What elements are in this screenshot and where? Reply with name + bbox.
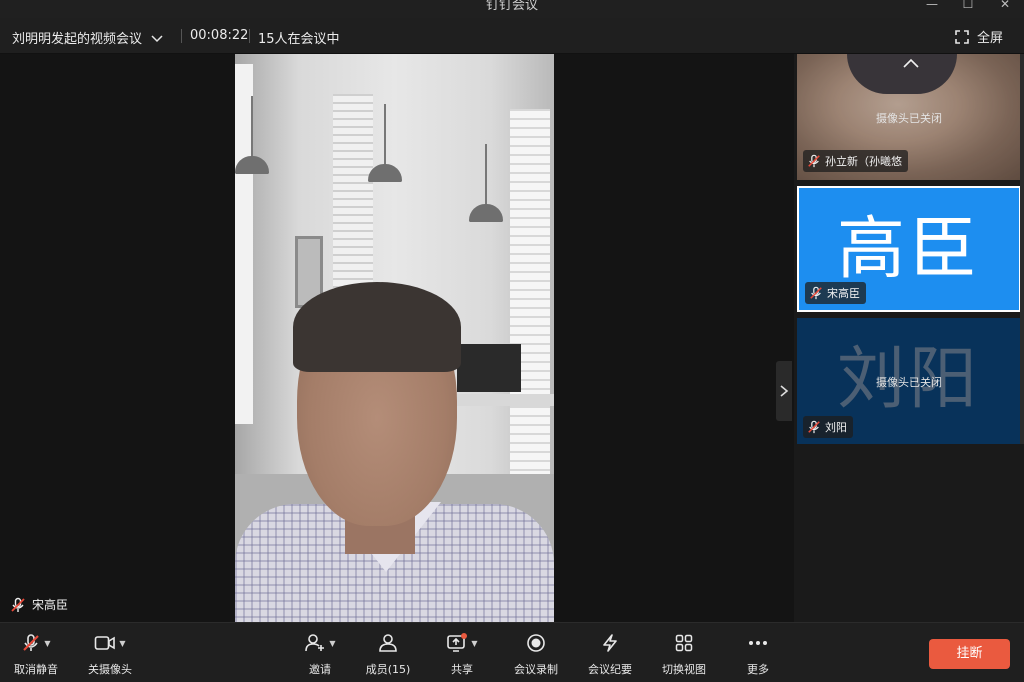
- participant-name-label: 孙立新（孙曦悠: [803, 150, 908, 172]
- more-icon: [749, 641, 767, 645]
- fullscreen-button[interactable]: 全屏: [955, 27, 1003, 46]
- caret-down-icon[interactable]: ▼: [44, 639, 50, 648]
- fullscreen-icon: [955, 29, 969, 44]
- switch-view-label: 切换视图: [662, 663, 706, 676]
- participant-count: 15人在会议中: [258, 32, 340, 47]
- video-window-right: [510, 109, 550, 489]
- unmute-button[interactable]: ▼ 取消静音: [0, 631, 72, 679]
- invite-label: 邀请: [309, 663, 331, 676]
- camera-off-button[interactable]: ▼ 关摄像头: [74, 631, 146, 679]
- speaker-video[interactable]: [235, 54, 554, 622]
- participant-tile[interactable]: 刘阳 摄像头已关闭 刘阳: [797, 318, 1021, 444]
- collapse-panel-button[interactable]: [776, 361, 792, 421]
- camera-off-status: 摄像头已关闭: [876, 112, 942, 125]
- switch-view-button[interactable]: 切换视图: [648, 631, 720, 679]
- caret-down-icon[interactable]: ▼: [329, 639, 335, 648]
- mic-muted-icon: [11, 597, 25, 612]
- record-label: 会议录制: [514, 663, 558, 676]
- caret-down-icon[interactable]: ▼: [119, 639, 125, 648]
- participant-name-label: 宋高臣: [805, 282, 866, 304]
- speaker-name-label: 宋高臣: [10, 596, 68, 613]
- fullscreen-label: 全屏: [977, 31, 1004, 46]
- meeting-timer: 00:08:22: [190, 28, 249, 43]
- participant-panel: 摄像头已关闭 孙立新（孙曦悠 高臣 宋高臣 刘阳 摄像头已关闭 刘阳: [794, 54, 1024, 622]
- members-label: 成员(15): [365, 663, 411, 676]
- more-button[interactable]: 更多: [722, 631, 794, 679]
- participant-name: 孙立新（孙曦悠: [825, 155, 902, 168]
- avatar-text: 高臣: [836, 210, 981, 289]
- participant-name-label: 刘阳: [803, 416, 853, 438]
- meeting-title-dropdown[interactable]: 刘明明发起的视频会议: [12, 28, 164, 47]
- camera-off-label: 关摄像头: [88, 663, 132, 676]
- invite-button[interactable]: ▼ 邀请: [284, 631, 356, 679]
- close-icon[interactable]: ✕: [995, 0, 1015, 14]
- camera-off-status: 摄像头已关闭: [876, 376, 942, 389]
- mic-muted-icon: [808, 420, 820, 434]
- minutes-label: 会议纪要: [588, 663, 632, 676]
- chevron-down-icon: [151, 34, 163, 42]
- unmute-label: 取消静音: [14, 663, 58, 676]
- video-person-hair: [293, 282, 461, 372]
- minutes-button[interactable]: 会议纪要: [574, 631, 646, 679]
- participant-tile[interactable]: 摄像头已关闭 孙立新（孙曦悠: [797, 54, 1021, 180]
- members-button[interactable]: 成员(15): [352, 631, 424, 679]
- panel-scrollbar[interactable]: [1020, 54, 1024, 444]
- hangup-button[interactable]: 挂断: [929, 639, 1010, 669]
- grid-view-icon: [675, 634, 693, 652]
- main-stage: 宋高臣: [0, 54, 794, 622]
- record-button[interactable]: 会议录制: [500, 631, 572, 679]
- caret-down-icon[interactable]: ▼: [471, 639, 477, 648]
- divider: [249, 29, 250, 43]
- mic-muted-icon: [808, 154, 820, 168]
- more-label: 更多: [747, 663, 769, 676]
- meeting-title: 刘明明发起的视频会议: [12, 32, 143, 47]
- chevron-right-icon: [780, 385, 789, 397]
- divider: [181, 29, 182, 43]
- share-button[interactable]: ▼ 共享: [426, 631, 498, 679]
- ai-minutes-icon: [603, 634, 617, 652]
- meeting-toolbar: ▼ 取消静音 ▼ 关摄像头 ▼ 邀请 成员(15) ▼ 共享 会议录制 会议纪要…: [0, 622, 1024, 682]
- minimize-icon[interactable]: —: [922, 0, 942, 14]
- share-label: 共享: [451, 663, 473, 676]
- title-bar: 钉钉会议 — ☐ ✕: [0, 0, 1024, 18]
- camera-icon: [95, 636, 116, 650]
- record-icon: [527, 634, 545, 652]
- chevron-up-icon[interactable]: [901, 56, 921, 70]
- video-monitor: [457, 344, 521, 392]
- meeting-info-bar: 刘明明发起的视频会议 00:08:22 15人在会议中 全屏: [0, 18, 1024, 54]
- speaker-name: 宋高臣: [32, 598, 69, 612]
- users-icon: [379, 634, 397, 652]
- participant-name: 刘阳: [825, 421, 847, 434]
- add-user-icon: [305, 634, 325, 652]
- window-title: 钉钉会议: [485, 0, 538, 13]
- participant-tile-active[interactable]: 高臣 宋高臣: [797, 186, 1021, 312]
- mic-muted-icon: [810, 286, 822, 300]
- share-screen-icon: [447, 633, 468, 652]
- participant-name: 宋高臣: [827, 287, 860, 300]
- meeting-window: 钉钉会议 — ☐ ✕ 刘明明发起的视频会议 00:08:22 15人在会议中 全…: [0, 0, 1024, 682]
- maximize-icon[interactable]: ☐: [958, 0, 978, 14]
- mic-muted-icon: [23, 634, 40, 651]
